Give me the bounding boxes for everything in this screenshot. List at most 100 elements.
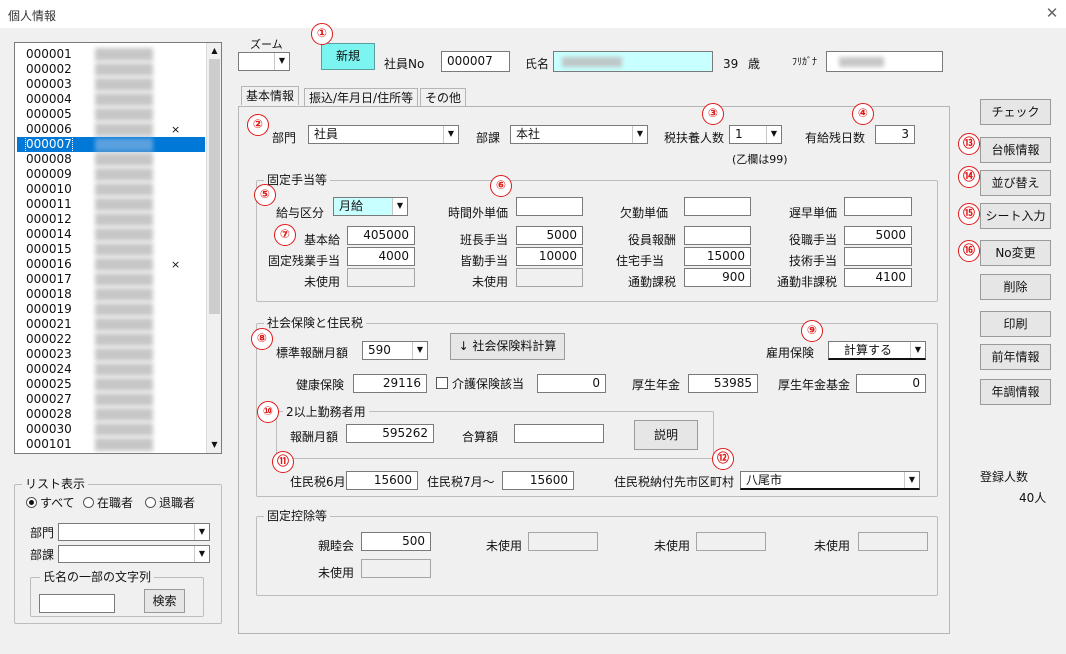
commute-nontax-field[interactable]: 4100: [844, 268, 912, 287]
scroll-thumb[interactable]: [209, 59, 220, 314]
attendance-field[interactable]: 10000: [516, 247, 583, 266]
pay-type-label: 給与区分: [276, 206, 325, 220]
paid-leave-field[interactable]: 3: [875, 125, 915, 144]
leader-field[interactable]: 5000: [516, 226, 583, 245]
skill-label: 技術手当: [789, 254, 838, 268]
resident-jun-field[interactable]: 15600: [346, 471, 418, 490]
care-field[interactable]: 0: [537, 374, 606, 393]
late-rate-field[interactable]: [844, 197, 912, 216]
list-item[interactable]: 000010: [17, 182, 205, 197]
list-item-name-blur: [95, 393, 153, 406]
list-item[interactable]: 000003: [17, 77, 205, 92]
std-monthly-select[interactable]: 590 ▼: [362, 341, 428, 360]
zoom-select[interactable]: ▼: [238, 52, 290, 71]
scroll-down-icon[interactable]: ▼: [207, 437, 221, 452]
dept-select[interactable]: 社員 ▼: [308, 125, 459, 144]
list-item[interactable]: 000025: [17, 377, 205, 392]
list-item[interactable]: 000018: [17, 287, 205, 302]
no-change-button[interactable]: No変更: [980, 240, 1051, 266]
list-item[interactable]: 000027: [17, 392, 205, 407]
list-item[interactable]: 000011: [17, 197, 205, 212]
fixed-ot-field[interactable]: 4000: [347, 247, 415, 266]
name-search-title: 氏名の一部の文字列: [40, 570, 155, 584]
employment-select[interactable]: 計算する ▼: [828, 341, 926, 360]
commute-tax-field[interactable]: 900: [684, 268, 751, 287]
name-search-input[interactable]: [39, 594, 115, 613]
housing-field[interactable]: 15000: [684, 247, 751, 266]
overtime-rate-field[interactable]: [516, 197, 583, 216]
name-field[interactable]: [553, 51, 713, 72]
list-item[interactable]: 000009: [17, 167, 205, 182]
list-item[interactable]: 000002: [17, 62, 205, 77]
health-field[interactable]: 29116: [353, 374, 427, 393]
list-item[interactable]: 000016 ×: [17, 257, 205, 272]
ledger-button[interactable]: 台帳情報: [980, 137, 1051, 163]
pension-field[interactable]: 53985: [688, 374, 758, 393]
filter-dept-select[interactable]: ▼: [58, 523, 210, 541]
list-item[interactable]: 000006 ×: [17, 122, 205, 137]
officer-field[interactable]: [684, 226, 751, 245]
close-icon[interactable]: ✕: [1044, 4, 1060, 22]
list-item[interactable]: 000019: [17, 302, 205, 317]
radio-active-label: 在職者: [97, 496, 134, 510]
employee-list[interactable]: 000001 000002 000003 000004 000005 000006 × 000…: [14, 42, 222, 454]
sheet-input-button[interactable]: シート入力: [980, 203, 1051, 229]
tab-transfer[interactable]: 振込/年月日/住所等: [304, 88, 419, 107]
list-item[interactable]: 000101: [17, 437, 205, 452]
resident-jul-field[interactable]: 15600: [502, 471, 574, 490]
radio-all[interactable]: [26, 497, 37, 508]
list-item[interactable]: 000023: [17, 347, 205, 362]
tab-other[interactable]: その他: [420, 88, 467, 107]
list-item[interactable]: 000015: [17, 242, 205, 257]
sort-button[interactable]: 並び替え: [980, 170, 1051, 196]
list-item[interactable]: 000022: [17, 332, 205, 347]
skill-field[interactable]: [844, 247, 912, 266]
prev-year-button[interactable]: 前年情報: [980, 344, 1051, 370]
list-item[interactable]: 000024: [17, 362, 205, 377]
dependents-select[interactable]: 1 ▼: [729, 125, 782, 144]
list-item[interactable]: 000004: [17, 92, 205, 107]
list-item[interactable]: 000001: [17, 47, 205, 62]
list-item[interactable]: 000007: [17, 136, 205, 153]
list-scrollbar[interactable]: ▲ ▼: [206, 43, 221, 453]
list-item[interactable]: 000012: [17, 212, 205, 227]
filter-section-select[interactable]: ▼: [58, 545, 210, 563]
social-field[interactable]: 500: [361, 532, 431, 551]
pay-type-select[interactable]: 月給 ▼: [333, 197, 408, 216]
unused1-field: [347, 268, 415, 287]
pension-fund-field[interactable]: 0: [856, 374, 926, 393]
explain-button[interactable]: 説明: [634, 420, 698, 450]
list-item[interactable]: 000017: [17, 272, 205, 287]
radio-active[interactable]: [83, 497, 94, 508]
unused-deduction-field-4: [361, 559, 431, 578]
search-button[interactable]: 検索: [144, 589, 185, 613]
furigana-field[interactable]: [826, 51, 943, 72]
print-button[interactable]: 印刷: [980, 311, 1051, 337]
remuneration-field[interactable]: 595262: [346, 424, 434, 443]
list-item[interactable]: 000030: [17, 422, 205, 437]
new-button[interactable]: 新規: [321, 43, 375, 70]
municipality-select[interactable]: 八尾市 ▼: [740, 471, 920, 490]
list-item[interactable]: 000028: [17, 407, 205, 422]
radio-retired[interactable]: [145, 497, 156, 508]
dept-value: 社員: [314, 127, 339, 141]
health-label: 健康保険: [296, 378, 345, 392]
total-field[interactable]: [514, 424, 604, 443]
section-select[interactable]: 本社 ▼: [510, 125, 648, 144]
position-field[interactable]: 5000: [844, 226, 912, 245]
check-button[interactable]: チェック: [980, 99, 1051, 125]
list-item[interactable]: 000008: [17, 152, 205, 167]
list-item[interactable]: 000021: [17, 317, 205, 332]
calc-insurance-button[interactable]: ↓ 社会保険料計算: [450, 333, 565, 360]
emp-no-field[interactable]: 000007: [441, 51, 510, 72]
year-end-button[interactable]: 年調情報: [980, 379, 1051, 405]
list-item-name-blur: [95, 333, 153, 346]
list-item[interactable]: 000014: [17, 227, 205, 242]
list-item[interactable]: 000005: [17, 107, 205, 122]
tab-basic[interactable]: 基本情報: [241, 86, 300, 105]
care-checkbox[interactable]: [436, 377, 448, 389]
delete-button[interactable]: 削除: [980, 274, 1051, 300]
base-pay-field[interactable]: 405000: [347, 226, 415, 245]
absence-rate-field[interactable]: [684, 197, 751, 216]
scroll-up-icon[interactable]: ▲: [207, 43, 221, 58]
